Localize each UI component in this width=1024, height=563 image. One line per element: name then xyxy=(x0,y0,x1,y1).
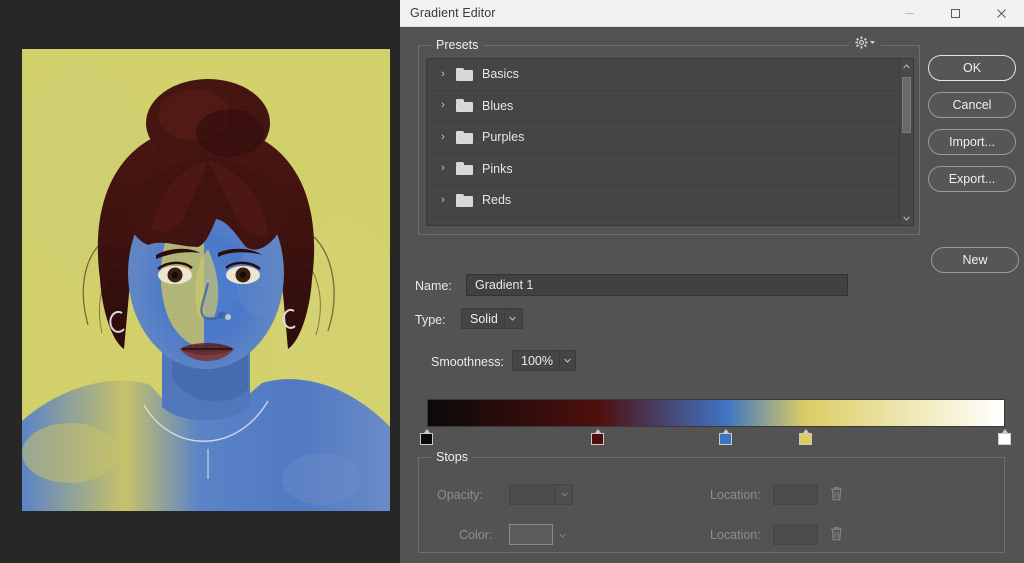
ok-button[interactable]: OK xyxy=(928,55,1016,81)
color-location-input xyxy=(773,524,818,545)
preset-folder-basics[interactable]: › Basics xyxy=(427,59,899,91)
delete-color-stop-button xyxy=(830,526,843,541)
presets-list[interactable]: › Basics › Blues › Purples › Pinks › Red… xyxy=(426,58,914,226)
stops-legend: Stops xyxy=(431,450,473,464)
opacity-value xyxy=(509,484,556,505)
stop-darkred[interactable] xyxy=(591,429,605,445)
opacity-location-label: Location: xyxy=(710,488,761,502)
dialog-body: Presets › Basics › Blues › Purples › Pin… xyxy=(400,27,1024,563)
preset-folder-purples[interactable]: › Purples xyxy=(427,122,899,154)
gradient-stops-track[interactable] xyxy=(420,429,1011,445)
gradient-preview-bar[interactable] xyxy=(427,399,1005,427)
cancel-button[interactable]: Cancel xyxy=(928,92,1016,118)
folder-icon xyxy=(456,193,473,207)
type-select-value: Solid xyxy=(470,311,498,326)
preset-folder-blues[interactable]: › Blues xyxy=(427,91,899,122)
preset-folder-label: Purples xyxy=(482,130,525,145)
preset-folder-label: Blues xyxy=(482,98,514,113)
stop-yellow[interactable] xyxy=(799,429,813,445)
gradient-editor-dialog: Gradient Editor Presets › Basics › Blues… xyxy=(400,0,1024,563)
expander-icon[interactable]: › xyxy=(439,131,447,143)
preset-folder-pinks[interactable]: › Pinks xyxy=(427,154,899,185)
import-button[interactable]: Import... xyxy=(928,129,1016,155)
stop-color-swatch[interactable] xyxy=(420,432,433,445)
presets-rows: › Basics › Blues › Purples › Pinks › Red… xyxy=(427,59,899,225)
new-button[interactable]: New xyxy=(931,247,1019,273)
opacity-input xyxy=(509,484,573,505)
trash-icon xyxy=(831,487,842,501)
color-swatch xyxy=(509,524,553,545)
stop-blue[interactable] xyxy=(719,429,733,445)
presets-group: Presets › Basics › Blues › Purples › Pin… xyxy=(418,36,920,235)
chevron-down-icon xyxy=(503,309,521,328)
name-input[interactable]: Gradient 1 xyxy=(466,274,848,296)
scroll-down-icon[interactable] xyxy=(900,211,913,225)
film-grain-overlay xyxy=(22,49,390,511)
expander-icon[interactable]: › xyxy=(439,194,447,206)
presets-scrollbar[interactable] xyxy=(899,59,913,225)
dialog-title: Gradient Editor xyxy=(410,6,496,20)
expander-icon[interactable]: › xyxy=(439,68,447,80)
chevron-down-icon xyxy=(870,41,875,44)
folder-icon xyxy=(456,162,473,176)
opacity-label: Opacity: xyxy=(437,488,483,502)
scrollbar-track[interactable] xyxy=(900,73,913,211)
type-select[interactable]: Solid xyxy=(461,308,523,329)
smoothness-select-value: 100% xyxy=(521,353,553,368)
opacity-location-input xyxy=(773,484,818,505)
chevron-down-icon xyxy=(556,484,573,505)
stop-white[interactable] xyxy=(998,429,1012,445)
document-image[interactable] xyxy=(22,49,390,511)
delete-opacity-stop-button xyxy=(830,486,843,501)
stop-black[interactable] xyxy=(420,429,434,445)
color-label: Color: xyxy=(459,528,493,542)
close-button[interactable] xyxy=(978,0,1024,27)
presets-options-button[interactable] xyxy=(849,36,881,49)
expander-icon[interactable]: › xyxy=(439,100,447,111)
dialog-titlebar[interactable]: Gradient Editor xyxy=(400,0,1024,27)
preset-folder-reds[interactable]: › Reds xyxy=(427,185,899,217)
folder-icon xyxy=(456,67,473,81)
smoothness-label: Smoothness: xyxy=(431,355,504,369)
preset-folder-label: Basics xyxy=(482,67,519,82)
trash-icon xyxy=(831,527,842,541)
smoothness-select[interactable]: 100% xyxy=(512,350,576,371)
maximize-button[interactable] xyxy=(932,0,978,27)
stop-color-swatch[interactable] xyxy=(998,432,1011,445)
expander-icon[interactable]: › xyxy=(439,163,447,174)
stop-color-swatch[interactable] xyxy=(719,432,733,445)
chevron-down-icon xyxy=(558,351,575,370)
name-label: Name: xyxy=(415,279,452,293)
folder-icon xyxy=(456,99,473,113)
stop-color-swatch[interactable] xyxy=(591,432,605,445)
scrollbar-thumb[interactable] xyxy=(902,77,911,133)
presets-legend: Presets xyxy=(431,38,484,52)
color-location-label: Location: xyxy=(710,528,761,542)
export-button[interactable]: Export... xyxy=(928,166,1016,192)
chevron-down-icon xyxy=(559,531,566,540)
scroll-up-icon[interactable] xyxy=(900,59,913,73)
canvas-area[interactable] xyxy=(0,0,400,563)
stop-color-swatch[interactable] xyxy=(799,432,813,445)
folder-icon xyxy=(456,130,473,144)
preset-folder-label: Reds xyxy=(482,193,512,208)
stops-group: Stops Opacity: Location: Color: Location… xyxy=(418,450,1005,553)
preset-folder-label: Pinks xyxy=(482,161,513,176)
type-label: Type: xyxy=(415,313,446,327)
gear-icon xyxy=(855,36,868,49)
minimize-button[interactable] xyxy=(886,0,932,27)
